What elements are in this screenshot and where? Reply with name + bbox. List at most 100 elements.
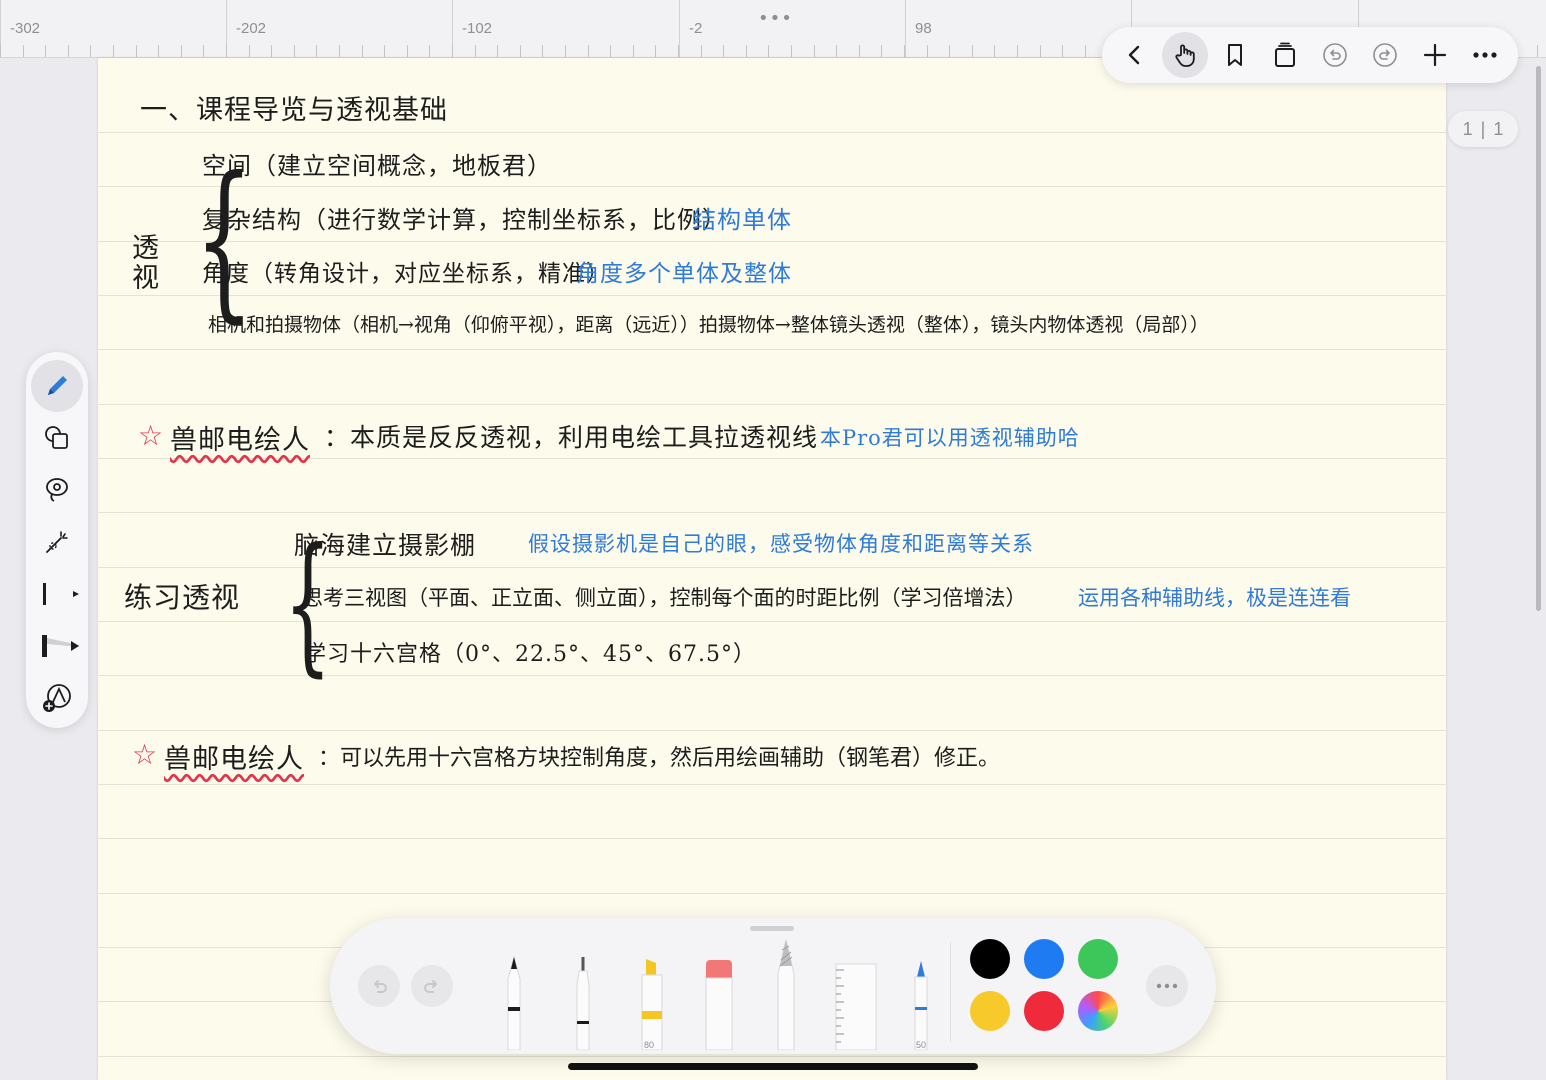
ruler-label: -302: [10, 20, 41, 37]
undo-button[interactable]: [1312, 32, 1358, 78]
pen-undo-button[interactable]: [358, 965, 400, 1007]
ruler-label: -2: [689, 20, 703, 37]
ruler-minor-tick: [339, 45, 340, 57]
ruler-minor-tick: [271, 45, 272, 57]
pen-toolbar: 80 50: [330, 918, 1216, 1054]
ellipsis-icon: [1156, 983, 1178, 989]
ruler-minor-tick: [249, 45, 250, 57]
marker-icon: [914, 961, 928, 1051]
color-red-swatch[interactable]: [1024, 991, 1064, 1031]
pen-tool-button[interactable]: [31, 360, 83, 412]
color-yellow-swatch[interactable]: [970, 991, 1010, 1031]
toolbar-grabber[interactable]: [750, 926, 794, 931]
bookmark-button[interactable]: [1212, 32, 1258, 78]
ruler-minor-tick: [746, 45, 747, 57]
ruler-minor-tick: [633, 45, 634, 57]
scrollbar[interactable]: [1536, 66, 1541, 611]
ruled-line: [98, 241, 1446, 242]
ruler-minor-tick: [68, 45, 69, 57]
ruler-minor-tick: [1017, 45, 1018, 57]
toolbar-divider: [950, 942, 951, 1042]
ruler-minor-tick: [1062, 45, 1063, 57]
section1-item: 复杂结构（进行数学计算，控制坐标系，比例）: [202, 206, 727, 234]
redo-icon: [1373, 43, 1397, 67]
ruler-minor-tick: [226, 45, 227, 57]
highlighter-size: 80: [644, 1040, 655, 1050]
ruler-minor-tick: [723, 45, 724, 57]
ruler-minor-tick: [927, 45, 928, 57]
ruled-line: [98, 404, 1446, 405]
ruler-minor-tick: [113, 45, 114, 57]
pencil-icon: [777, 939, 795, 1051]
section1-annotation: 结构单体: [692, 206, 792, 234]
hand-pointer-icon: [1175, 44, 1195, 67]
stroke-thick-button[interactable]: [31, 620, 83, 672]
star-icon: ☆: [138, 419, 165, 452]
pages-button[interactable]: [1262, 32, 1308, 78]
more-button[interactable]: [1462, 32, 1508, 78]
tip2-text: ：可以先用十六宫格方块控制角度，然后用绘画辅助（钢笔君）修正。: [318, 746, 1001, 771]
home-indicator[interactable]: [568, 1063, 978, 1070]
ellipsis-icon: [1473, 52, 1497, 58]
ruled-line: [98, 132, 1446, 133]
eraser-icon: [705, 960, 733, 1051]
redo-icon: [424, 980, 437, 993]
add-shape-button[interactable]: [31, 672, 83, 724]
ruler-minor-tick: [904, 45, 905, 57]
stroke-thin-button[interactable]: [31, 568, 83, 620]
section1-item: 角度（转角设计，对应坐标系，精准）: [202, 261, 610, 287]
color-black-swatch[interactable]: [970, 939, 1010, 979]
color-green-swatch[interactable]: [1078, 939, 1118, 979]
ruled-line: [98, 1056, 1446, 1057]
bookmark-icon: [1228, 44, 1242, 66]
shapes-icon: [45, 426, 68, 449]
section2-label: 练习透视: [124, 581, 241, 614]
ruler-label: 98: [915, 20, 932, 37]
tip2-label: 兽邮电绘人: [164, 744, 304, 775]
hand-tool-button[interactable]: [1162, 32, 1208, 78]
ruler-minor-tick: [1040, 45, 1041, 57]
laser-pointer-button[interactable]: [31, 516, 83, 568]
section1-item: 空间（建立空间概念，地板君）: [202, 152, 552, 180]
section2-annotation: 运用各种辅助线，极是连连看: [1078, 586, 1351, 610]
ruler-label: -202: [236, 20, 267, 37]
shapes-tool-button[interactable]: [31, 412, 83, 464]
back-button[interactable]: [1112, 32, 1158, 78]
ruler-minor-tick: [588, 45, 589, 57]
lasso-tool-button[interactable]: [31, 464, 83, 516]
ruler-minor-tick: [565, 45, 566, 57]
ruler-minor-tick: [181, 45, 182, 57]
eraser-tool[interactable]: [700, 958, 738, 1054]
note-heading: 一、课程导览与透视基础: [140, 95, 448, 126]
ruler-major-tick: [679, 0, 680, 58]
ruled-line: [98, 186, 1446, 187]
lasso-icon: [46, 478, 68, 502]
tip1-annotation: 本Pro君可以用透视辅助哈: [820, 426, 1080, 450]
color-wheel-swatch[interactable]: [1078, 991, 1118, 1031]
section1-annotation: 角度多个单体及整体: [576, 261, 792, 287]
highlighter-icon: [641, 959, 663, 1051]
ruler-minor-tick: [429, 45, 430, 57]
pen-redo-button[interactable]: [411, 965, 453, 1007]
star-icon: ☆: [132, 738, 159, 771]
ruled-line: [98, 458, 1446, 459]
ruler-minor-tick: [655, 45, 656, 57]
redo-button[interactable]: [1362, 32, 1408, 78]
page-indicator[interactable]: 1 | 1: [1448, 111, 1518, 147]
stroke-thick-icon: [42, 635, 79, 657]
section2-annotation: 假设摄影机是自己的眼，感受物体角度和距离等关系: [528, 532, 1034, 556]
multitask-dots-icon[interactable]: •••: [758, 8, 793, 29]
top-toolbar: [1102, 27, 1518, 83]
ruler-minor-tick: [362, 45, 363, 57]
pen-more-button[interactable]: [1146, 965, 1188, 1007]
fineliner-tool[interactable]: [565, 955, 601, 1054]
pen-tool[interactable]: [496, 955, 532, 1054]
ruler-tool[interactable]: [832, 960, 878, 1054]
color-blue-swatch[interactable]: [1024, 939, 1064, 979]
ruler-minor-tick: [972, 45, 973, 57]
add-button[interactable]: [1412, 32, 1458, 78]
ruled-line: [98, 730, 1446, 731]
pencil-tool[interactable]: [768, 938, 804, 1054]
ruler-minor-tick: [384, 45, 385, 57]
ruler-minor-tick: [158, 45, 159, 57]
